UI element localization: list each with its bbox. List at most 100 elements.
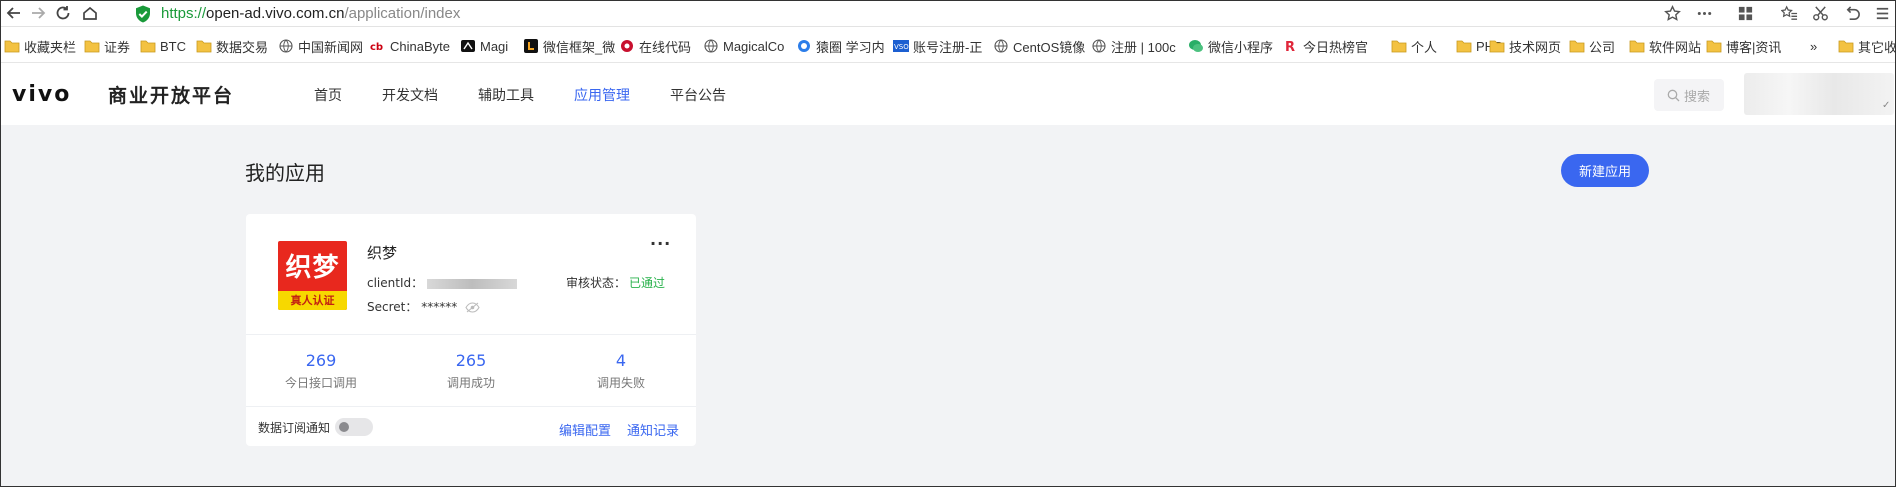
l-icon <box>523 39 539 53</box>
notify-log-link[interactable]: 通知记录 <box>627 420 679 439</box>
secret-value: ****** <box>421 300 458 314</box>
bookmark-label: ChinaByte <box>390 38 450 54</box>
bookmark-item[interactable]: » <box>1810 36 1830 56</box>
nav-app-management[interactable]: 应用管理 <box>574 85 630 105</box>
reload-icon[interactable] <box>52 2 74 24</box>
bookmark-label: Magi <box>480 38 509 54</box>
nav-home[interactable]: 首页 <box>314 85 342 105</box>
bookmark-item[interactable]: VSO 账号注册-正 <box>893 36 991 56</box>
nav-announcements[interactable]: 平台公告 <box>670 85 726 105</box>
more-icon[interactable]: ··· <box>650 234 671 253</box>
bookmark-label: 微信小程序 <box>1208 39 1274 55</box>
bookmark-label: 在线代码 <box>639 39 692 55</box>
home-icon[interactable] <box>79 2 101 24</box>
logo-text: vivo <box>12 83 71 105</box>
arrow-left-icon[interactable] <box>3 2 25 24</box>
stat-label: 调用失败 <box>596 376 645 390</box>
eye-hidden-icon[interactable] <box>465 302 480 313</box>
bookmark-item[interactable]: CentOS镜像 <box>993 36 1089 56</box>
bookmark-item[interactable]: 公司 <box>1569 36 1627 56</box>
app-name: 织梦 <box>367 244 398 262</box>
url-bar[interactable]: https://open-ad.vivo.com.cn/application/… <box>133 2 1673 25</box>
search-input[interactable]: 搜索 <box>1654 79 1724 111</box>
folder-icon <box>1391 39 1407 53</box>
bookmark-item[interactable]: 数据交易 <box>196 36 276 56</box>
circle-red-icon <box>619 39 635 53</box>
bookmark-label: 技术网页 <box>1509 39 1562 55</box>
chevron-down-icon[interactable]: ✓ <box>1882 100 1890 111</box>
bookmark-item[interactable]: 软件网站 <box>1629 36 1704 56</box>
cb-icon: cb <box>370 39 386 53</box>
folder-icon <box>196 39 212 53</box>
bookmark-item[interactable]: 微信框架_微 <box>523 36 617 56</box>
stat-value: 265 <box>455 351 487 370</box>
stat-value: 269 <box>305 351 337 370</box>
bookmark-item[interactable]: 微信小程序 <box>1188 36 1281 56</box>
bookmark-label: 博客|资讯 <box>1726 39 1782 55</box>
stat-label: 调用成功 <box>446 376 495 390</box>
bookmark-label: 账号注册-正 <box>913 39 983 55</box>
bookmark-item[interactable]: 猿圈 学习内 <box>796 36 892 56</box>
favorites-icon[interactable] <box>1777 2 1801 24</box>
subscription-toggle[interactable] <box>335 418 373 436</box>
arrow-right-icon[interactable] <box>27 2 49 24</box>
bookmark-item[interactable]: 证券 <box>84 36 138 56</box>
client-id-redacted <box>427 278 518 289</box>
bookmark-item[interactable]: BTC <box>140 36 194 56</box>
grid-icon[interactable] <box>1733 2 1757 24</box>
folder-icon <box>1569 39 1585 53</box>
folder-icon <box>1456 39 1472 53</box>
brand[interactable]: vivo 商业开放平台 <box>12 81 234 107</box>
svg-text:R: R <box>1285 40 1295 53</box>
edit-config-link[interactable]: 编辑配置 <box>559 420 611 439</box>
user-account-redacted[interactable] <box>1744 73 1894 115</box>
bookmark-label: BTC <box>160 38 186 54</box>
folder-icon <box>1838 39 1854 53</box>
hamburger-icon[interactable] <box>1870 2 1894 24</box>
search-placeholder: 搜索 <box>1684 89 1711 105</box>
bookmark-item[interactable]: 个人 <box>1391 36 1453 56</box>
bookmark-label: CentOS镜像 <box>1013 39 1086 55</box>
more-icon[interactable] <box>1692 2 1716 24</box>
bookmark-item[interactable]: 博客|资讯 <box>1706 36 1786 56</box>
undo-icon[interactable] <box>1840 2 1864 24</box>
nav-tools[interactable]: 辅助工具 <box>478 85 534 105</box>
bookmark-label: 证券 <box>104 39 131 55</box>
bookmark-item[interactable]: MagicalCo <box>703 36 793 56</box>
bookmark-label: MagicalCo <box>723 38 785 54</box>
bookmark-label: 数据交易 <box>216 39 269 55</box>
client-id-label: clientId： <box>367 276 424 290</box>
app-logo-badge: 真人认证 <box>278 291 347 310</box>
bookmark-item[interactable]: cb ChinaByte <box>370 36 458 56</box>
folder-icon <box>1629 39 1645 53</box>
scissors-icon[interactable] <box>1808 2 1832 24</box>
globe-icon <box>703 39 719 53</box>
bookmark-label: 软件网站 <box>1649 39 1702 55</box>
subscription-label: 数据订阅通知 <box>258 421 331 435</box>
url-host: open-ad.vivo.com.cn <box>206 5 345 22</box>
bookmark-item[interactable]: 中国新闻网 <box>278 36 368 56</box>
bookmark-label: 个人 <box>1411 39 1438 55</box>
shield-check-icon <box>136 5 150 22</box>
client-id-row: clientId： <box>367 274 518 291</box>
new-app-button[interactable]: 新建应用 <box>1561 154 1649 187</box>
bookmark-label: » <box>1810 38 1818 54</box>
bookmark-item[interactable]: 注册 | 100c <box>1091 36 1186 56</box>
nav-docs[interactable]: 开发文档 <box>382 85 438 105</box>
star-icon[interactable] <box>1660 2 1684 24</box>
svg-text:cb: cb <box>370 42 383 53</box>
wechat-icon <box>1188 39 1204 53</box>
bookmark-item[interactable]: 技术网页 <box>1489 36 1567 56</box>
review-status-label: 审核状态： <box>566 276 627 290</box>
bookmark-item[interactable]: 其它收 <box>1838 36 1896 56</box>
review-status-value: 已通过 <box>629 276 666 290</box>
url-path: /application/index <box>344 5 461 22</box>
bookmark-item[interactable]: 收藏夹栏 <box>4 36 82 56</box>
bookmark-label: 今日热榜官 <box>1303 39 1369 55</box>
bookmark-label: 其它收 <box>1858 39 1896 55</box>
stat-failure: 4 调用失败 <box>546 351 696 391</box>
bookmark-item[interactable]: 在线代码 <box>619 36 701 56</box>
stat-value: 4 <box>615 351 627 370</box>
bookmark-item[interactable]: Magi <box>460 36 520 56</box>
bookmark-item[interactable]: R 今日热榜官 <box>1283 36 1383 56</box>
